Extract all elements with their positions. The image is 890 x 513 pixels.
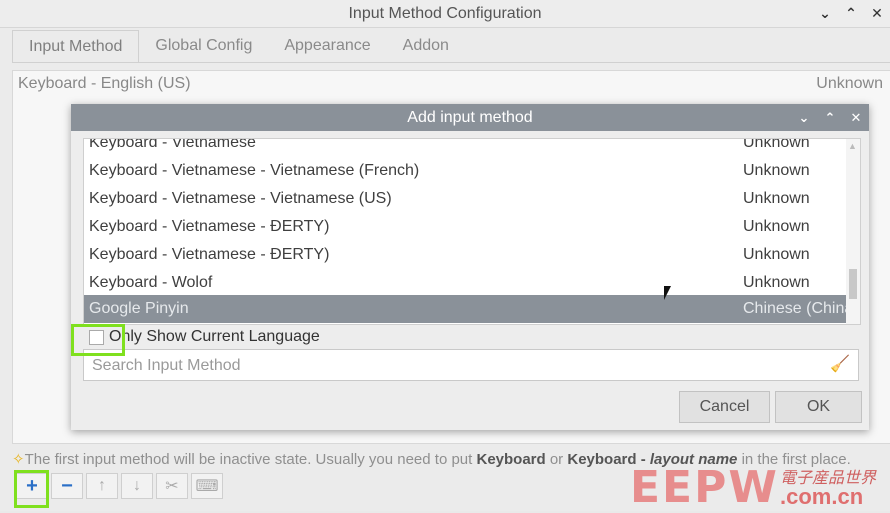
item-name: Keyboard - Vietnamese - ĐERTY)	[89, 218, 330, 235]
list-item[interactable]: Keyboard - Vietnamese - ĐERTY) Unknown	[84, 213, 844, 241]
hint-part: or	[545, 451, 568, 468]
tab-bar: Input Method Global Config Appearance Ad…	[12, 30, 465, 62]
window-title: Input Method Configuration	[348, 5, 542, 22]
tab-global-config[interactable]: Global Config	[139, 30, 268, 62]
minimize-icon[interactable]: ⌄	[797, 104, 811, 131]
window-titlebar: Input Method Configuration ⌄ ⌃ ✕	[0, 0, 890, 28]
highlight-checkbox	[71, 324, 125, 356]
item-name: Google Pinyin	[89, 300, 189, 317]
item-language: Unknown	[743, 246, 810, 263]
hint-part: The first input method will be inactive …	[24, 451, 477, 468]
watermark-text: EEPW	[630, 462, 779, 513]
tab-divider	[12, 62, 890, 63]
item-name: Keyboard - Wolof	[89, 274, 213, 291]
move-down-icon[interactable]: ↓	[121, 473, 153, 499]
watermark-domain: .com.cn	[780, 484, 864, 509]
scrollbar-thumb[interactable]	[849, 269, 857, 299]
search-box: 🧹	[83, 349, 859, 381]
list-item-selected[interactable]: Google Pinyin Chinese (China)	[84, 295, 860, 323]
item-language: Unknown	[743, 274, 810, 291]
item-language: Unknown	[743, 138, 810, 151]
cancel-button[interactable]: Cancel	[679, 391, 770, 423]
warning-icon: ✧	[12, 451, 25, 468]
input-method-name: Keyboard - English (US)	[18, 75, 191, 92]
tab-input-method[interactable]: Input Method	[12, 30, 140, 62]
move-up-icon[interactable]: ↑	[86, 473, 118, 499]
item-name: Keyboard - Vietnamese	[89, 138, 256, 151]
list-item[interactable]: Keyboard - Vietnamese - Vietnamese (US) …	[84, 185, 844, 213]
highlight-add-button	[14, 470, 49, 508]
clear-search-icon[interactable]: 🧹	[830, 354, 850, 374]
list-scrollbar[interactable]: ▲	[846, 139, 860, 324]
close-icon[interactable]: ✕	[870, 0, 884, 27]
close-icon[interactable]: ✕	[849, 104, 863, 131]
hint-bold: Keyboard	[476, 451, 546, 468]
item-language: Unknown	[743, 162, 810, 179]
keyboard-layout-icon[interactable]: ⌨	[191, 473, 223, 499]
remove-icon[interactable]: −	[51, 473, 83, 499]
mouse-cursor-icon	[664, 286, 671, 300]
search-input[interactable]	[90, 354, 824, 378]
ok-button[interactable]: OK	[775, 391, 862, 423]
item-language: Unknown	[743, 190, 810, 207]
item-language: Unknown	[743, 218, 810, 235]
list-item[interactable]: Keyboard - English (US) Unknown	[18, 75, 883, 93]
input-method-language: Unknown	[816, 75, 883, 92]
maximize-icon[interactable]: ⌃	[844, 0, 858, 27]
list-item[interactable]: Keyboard - Vietnamese - Vietnamese (Fren…	[84, 157, 844, 185]
item-language: Chinese (China)	[743, 300, 859, 317]
tab-addon[interactable]: Addon	[387, 30, 465, 62]
tab-appearance[interactable]: Appearance	[268, 30, 386, 62]
dialog-title: Add input method	[407, 109, 533, 126]
scroll-up-icon[interactable]: ▲	[848, 141, 857, 151]
maximize-icon[interactable]: ⌃	[823, 104, 837, 131]
item-name: Keyboard - Vietnamese - Vietnamese (Fren…	[89, 162, 420, 179]
watermark-logo: EEPW 電子産品世界 .com.cn	[630, 462, 890, 513]
dialog-titlebar: Add input method ⌄ ⌃ ✕	[71, 104, 869, 131]
add-input-method-dialog: Add input method ⌄ ⌃ ✕ Keyboard - Vietna…	[71, 104, 869, 430]
item-name: Keyboard - Vietnamese - Vietnamese (US)	[89, 190, 392, 207]
available-input-methods-list[interactable]: Keyboard - Vietnamese Unknown Keyboard -…	[83, 138, 861, 325]
item-name: Keyboard - Vietnamese - ĐERTY)	[89, 246, 330, 263]
minimize-icon[interactable]: ⌄	[818, 0, 832, 27]
list-item[interactable]: Keyboard - Vietnamese Unknown	[84, 138, 844, 157]
configure-icon[interactable]: ✂	[156, 473, 188, 499]
list-item[interactable]: Keyboard - Wolof Unknown	[84, 269, 844, 297]
list-item[interactable]: Keyboard - Vietnamese - ĐERTY) Unknown	[84, 241, 844, 269]
checkbox-label: Only Show Current Language	[109, 328, 320, 345]
